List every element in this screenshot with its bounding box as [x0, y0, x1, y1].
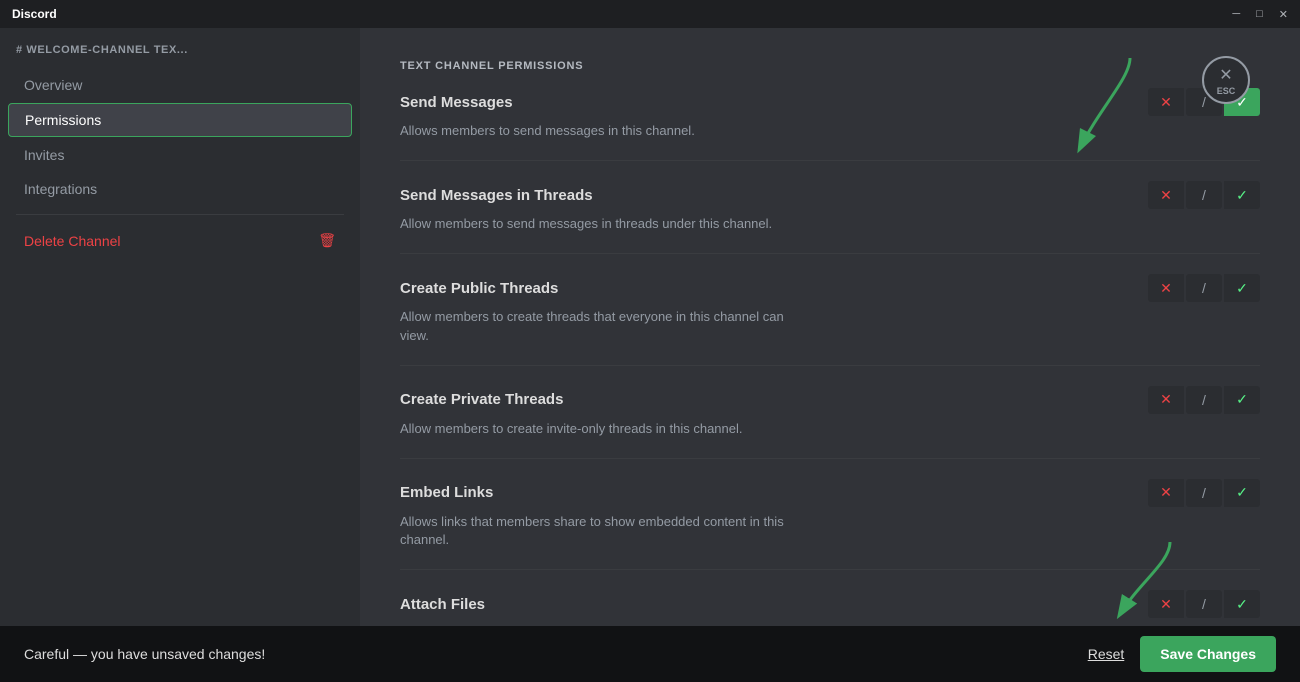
- perm-title: Embed Links: [400, 484, 493, 501]
- allow-btn-embed-links[interactable]: ✓: [1224, 479, 1260, 507]
- perm-header: Create Private Threads ✕ / ✓: [400, 386, 1260, 414]
- reset-button[interactable]: Reset: [1088, 646, 1125, 662]
- perm-controls: ✕ / ✓: [1148, 590, 1260, 618]
- channel-name: # welcome-channel tex...: [0, 44, 360, 68]
- x-icon: ✕: [1219, 65, 1232, 85]
- perm-controls: ✕ / ✓: [1148, 386, 1260, 414]
- minimize-button[interactable]: ─: [1232, 8, 1240, 21]
- app-title: Discord: [12, 7, 57, 21]
- delete-channel-label: Delete Channel: [24, 233, 121, 249]
- close-button[interactable]: ✕: [1279, 8, 1288, 21]
- deny-btn-send-messages-threads[interactable]: ✕: [1148, 181, 1184, 209]
- sidebar-item-overview[interactable]: Overview: [8, 69, 352, 101]
- deny-btn-embed-links[interactable]: ✕: [1148, 479, 1184, 507]
- titlebar: Discord ─ □ ✕: [0, 0, 1300, 28]
- section-label: TEXT CHANNEL PERMISSIONS: [400, 60, 1260, 72]
- esc-label: ESC: [1217, 86, 1236, 96]
- delete-channel-button[interactable]: Delete Channel 🗑: [8, 224, 352, 257]
- sidebar-divider: [16, 214, 344, 215]
- window-controls: ─ □ ✕: [1232, 8, 1288, 21]
- permission-row-send-messages: Send Messages ✕ / ✓ Allows members to se…: [400, 88, 1260, 161]
- neutral-btn-embed-links[interactable]: /: [1186, 479, 1222, 507]
- perm-title: Send Messages: [400, 94, 513, 111]
- permission-row-create-public-threads: Create Public Threads ✕ / ✓ Allow member…: [400, 274, 1260, 365]
- trash-icon: 🗑: [318, 232, 336, 249]
- perm-header: Send Messages in Threads ✕ / ✓: [400, 181, 1260, 209]
- perm-desc: Allow members to create threads that eve…: [400, 308, 800, 344]
- main-layout: # welcome-channel tex... Overview Permis…: [0, 28, 1300, 682]
- perm-desc: Allow members to create invite-only thre…: [400, 420, 800, 438]
- save-changes-button[interactable]: Save Changes: [1140, 636, 1276, 672]
- deny-btn-create-private-threads[interactable]: ✕: [1148, 386, 1184, 414]
- perm-title: Create Public Threads: [400, 280, 558, 297]
- neutral-btn-attach-files[interactable]: /: [1186, 590, 1222, 618]
- neutral-btn-send-messages-threads[interactable]: /: [1186, 181, 1222, 209]
- deny-btn-create-public-threads[interactable]: ✕: [1148, 274, 1184, 302]
- perm-desc: Allow members to send messages in thread…: [400, 215, 800, 233]
- perm-desc: Allows members to send messages in this …: [400, 122, 800, 140]
- perm-controls: ✕ / ✓: [1148, 181, 1260, 209]
- maximize-button[interactable]: □: [1256, 8, 1263, 21]
- perm-header: Create Public Threads ✕ / ✓: [400, 274, 1260, 302]
- bottom-actions: Reset Save Changes: [1088, 636, 1276, 672]
- sidebar-item-integrations[interactable]: Integrations: [8, 173, 352, 205]
- sidebar-item-invites[interactable]: Invites: [8, 139, 352, 171]
- perm-desc: Allows links that members share to show …: [400, 513, 800, 549]
- perm-controls: ✕ / ✓: [1148, 274, 1260, 302]
- permission-row-embed-links: Embed Links ✕ / ✓ Allows links that memb…: [400, 479, 1260, 570]
- allow-btn-create-public-threads[interactable]: ✓: [1224, 274, 1260, 302]
- permission-row-send-messages-threads: Send Messages in Threads ✕ / ✓ Allow mem…: [400, 181, 1260, 254]
- bottom-bar: Careful — you have unsaved changes! Rese…: [0, 626, 1300, 682]
- content-area: TEXT CHANNEL PERMISSIONS Send Messages ✕…: [360, 28, 1300, 682]
- perm-header: Attach Files ✕ / ✓: [400, 590, 1260, 618]
- perm-title: Send Messages in Threads: [400, 187, 593, 204]
- perm-title: Create Private Threads: [400, 391, 563, 408]
- allow-btn-create-private-threads[interactable]: ✓: [1224, 386, 1260, 414]
- esc-button[interactable]: ✕ ESC: [1202, 56, 1250, 104]
- neutral-btn-create-public-threads[interactable]: /: [1186, 274, 1222, 302]
- sidebar-item-permissions[interactable]: Permissions: [8, 103, 352, 137]
- perm-header: Send Messages ✕ / ✓: [400, 88, 1260, 116]
- allow-btn-attach-files[interactable]: ✓: [1224, 590, 1260, 618]
- permission-row-create-private-threads: Create Private Threads ✕ / ✓ Allow membe…: [400, 386, 1260, 459]
- deny-btn-send-messages[interactable]: ✕: [1148, 88, 1184, 116]
- perm-header: Embed Links ✕ / ✓: [400, 479, 1260, 507]
- perm-title: Attach Files: [400, 596, 485, 613]
- perm-controls: ✕ / ✓: [1148, 479, 1260, 507]
- sidebar: # welcome-channel tex... Overview Permis…: [0, 28, 360, 682]
- neutral-btn-create-private-threads[interactable]: /: [1186, 386, 1222, 414]
- unsaved-text: Careful — you have unsaved changes!: [24, 646, 265, 662]
- deny-btn-attach-files[interactable]: ✕: [1148, 590, 1184, 618]
- allow-btn-send-messages-threads[interactable]: ✓: [1224, 181, 1260, 209]
